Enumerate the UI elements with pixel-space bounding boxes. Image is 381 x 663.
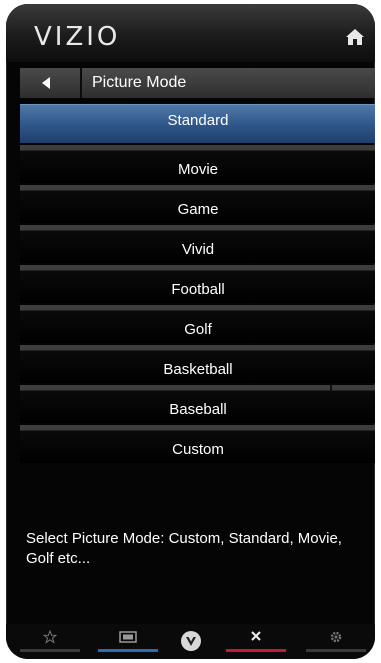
underline — [226, 649, 286, 652]
menu-item-golf[interactable]: Golf — [20, 305, 375, 343]
help-description: Select Picture Mode: Custom, Standard, M… — [26, 530, 342, 567]
menu-item-label: Game — [177, 201, 219, 218]
menu-item-baseball[interactable]: Baseball — [20, 385, 375, 423]
underline — [98, 649, 158, 652]
menu-item-vivid[interactable]: Vivid — [20, 225, 375, 263]
menu-title-bar: Picture Mode — [20, 68, 375, 98]
vizio-button[interactable] — [176, 630, 206, 652]
back-button[interactable] — [20, 68, 82, 98]
vizio-logo: VIZIO — [34, 22, 121, 52]
close-icon — [251, 631, 261, 641]
header-bar: VIZIO — [6, 4, 375, 62]
home-icon[interactable] — [345, 28, 365, 46]
vizio-v-icon — [181, 631, 201, 651]
favorites-button[interactable] — [20, 630, 80, 652]
menu-item-label: Baseball — [169, 401, 227, 418]
gear-icon — [330, 631, 342, 643]
menu-item-custom[interactable]: Custom — [20, 425, 375, 463]
menu-item-game[interactable]: Game — [20, 185, 375, 223]
underline — [306, 649, 366, 652]
menu-item-label: Football — [171, 281, 225, 298]
underline — [20, 649, 80, 652]
back-arrow-icon — [42, 77, 50, 89]
input-button[interactable] — [98, 630, 158, 652]
menu-item-label: Vivid — [181, 241, 215, 258]
tv-input-icon — [119, 631, 137, 643]
menu-item-label: Golf — [184, 321, 212, 338]
star-icon — [43, 630, 57, 644]
divider — [330, 385, 332, 391]
menu-item-label: Standard — [167, 112, 229, 129]
menu-title: Picture Mode — [92, 74, 187, 91]
remote-panel: VIZIO Picture Mode Standard Movie Game V… — [6, 4, 375, 659]
menu-item-basketball[interactable]: Basketball — [20, 345, 375, 383]
close-button[interactable] — [226, 630, 286, 652]
menu-item-label: Movie — [177, 161, 218, 178]
settings-button[interactable] — [306, 630, 366, 652]
menu-item-movie[interactable]: Movie — [20, 145, 375, 183]
picture-mode-list: Standard Movie Game Vivid Football Golf … — [20, 104, 375, 465]
menu-item-football[interactable]: Football — [20, 265, 375, 303]
menu-item-label: Basketball — [163, 361, 233, 378]
menu-item-standard[interactable]: Standard — [20, 104, 375, 143]
bottom-button-bar — [6, 624, 375, 659]
menu-item-label: Custom — [172, 441, 224, 458]
